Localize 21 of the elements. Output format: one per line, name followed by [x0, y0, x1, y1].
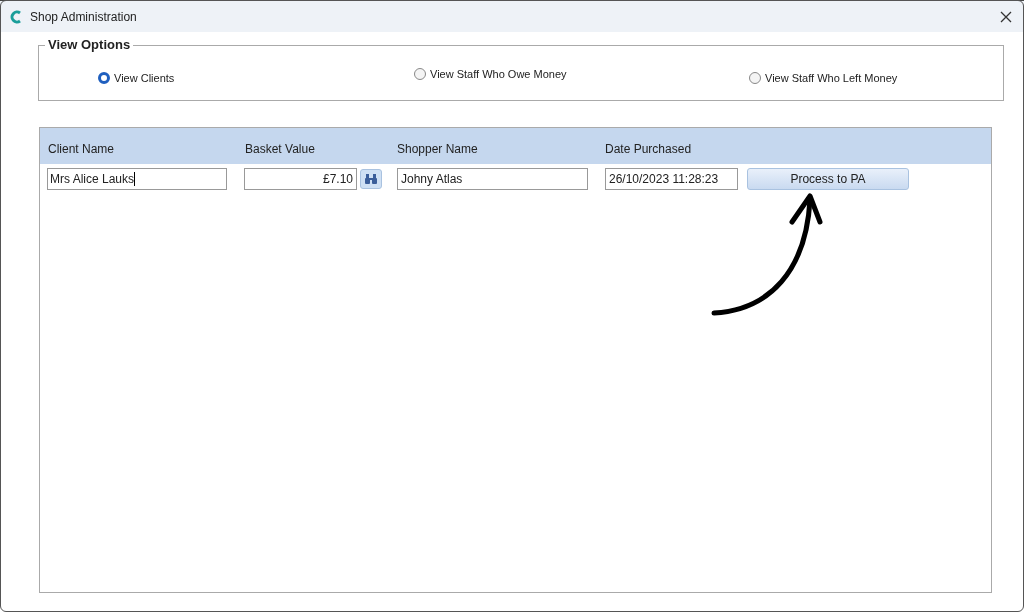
radio-option[interactable]: View Staff Who Owe Money	[414, 66, 749, 83]
radio-option[interactable]: View Clients	[98, 70, 414, 87]
client-name-field[interactable]: Mrs Alice Lauks	[47, 168, 227, 190]
window-title: Shop Administration	[30, 8, 137, 26]
basket-value-field[interactable]: £7.10	[244, 168, 357, 190]
close-icon[interactable]	[1000, 10, 1012, 23]
date-purchased-field[interactable]: 26/10/2023 11:28:23	[605, 168, 738, 190]
radio-button[interactable]	[414, 68, 426, 81]
lookup-button[interactable]	[360, 169, 382, 189]
radio-button[interactable]	[98, 72, 110, 85]
shopper-name-field[interactable]: Johny Atlas	[397, 168, 588, 190]
radio-button[interactable]	[749, 72, 761, 85]
radio-option[interactable]: View Staff Who Left Money	[749, 70, 949, 87]
group-title: View Options	[45, 37, 134, 53]
column-header: Shopper Name	[397, 142, 478, 156]
column-header: Basket Value	[245, 142, 315, 156]
column-header: Date Purchased	[605, 142, 692, 156]
column-header: Client Name	[48, 142, 115, 156]
binoculars-icon	[364, 173, 378, 185]
app-logo-icon	[10, 9, 22, 24]
process-button[interactable]: Process to PA	[747, 168, 909, 190]
